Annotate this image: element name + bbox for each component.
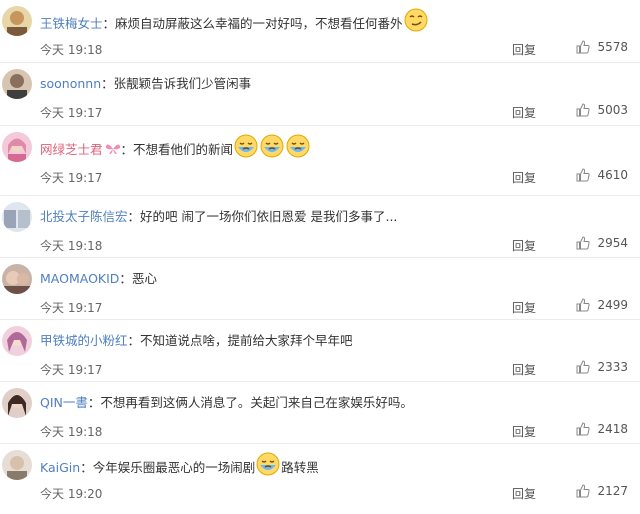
comment-item: soononnn：张靓颖告诉我们少管闲事 今天 19:17 回复 5003 bbox=[0, 63, 640, 126]
comment-line: 甲铁城的小粉红：不知道说点啥，提前给大家拜个早年吧 bbox=[40, 328, 630, 354]
crying-emoji bbox=[260, 134, 284, 160]
comment-text: 好的吧 闹了一场你们依旧恩爱 是我们多事了... bbox=[140, 209, 398, 224]
like-button[interactable]: 5003 bbox=[576, 103, 628, 117]
comment-text: 恶心 bbox=[131, 271, 157, 286]
like-count: 2418 bbox=[597, 422, 628, 436]
colon-separator: ： bbox=[87, 395, 101, 410]
comment-text: 不想再看到这俩人消息了。关起门来自己在家娱乐好吗。 bbox=[100, 395, 413, 410]
comment-line: KaiGin：今年娱乐圈最恶心的一场闹剧 路转黑 bbox=[40, 452, 630, 478]
avatar[interactable] bbox=[2, 69, 32, 99]
reply-button[interactable]: 回复 bbox=[512, 237, 536, 254]
comment-timestamp: 今天 19:17 bbox=[40, 106, 103, 120]
like-count: 4610 bbox=[597, 168, 628, 182]
comment-line: 网绿芝士君 ：不想看他们的新闻 bbox=[40, 134, 630, 160]
colon-separator: ： bbox=[101, 76, 114, 91]
comment-item: 王铁梅女士：麻烦自动屏蔽这么幸福的一对好吗，不想看任何番外 今天 19:18 回… bbox=[0, 0, 640, 63]
comment-timestamp: 今天 19:17 bbox=[40, 171, 103, 185]
like-button[interactable]: 5578 bbox=[576, 40, 628, 54]
like-count: 2127 bbox=[597, 484, 628, 498]
like-count: 5578 bbox=[597, 40, 628, 54]
avatar[interactable] bbox=[2, 202, 32, 232]
reply-button[interactable]: 回复 bbox=[512, 485, 536, 502]
thumbs-up-icon bbox=[576, 103, 591, 117]
username-link[interactable]: QIN一書 bbox=[40, 395, 88, 410]
comment-text: 不想看他们的新闻 bbox=[133, 142, 234, 157]
comment-item: KaiGin：今年娱乐圈最恶心的一场闹剧 路转黑 今天 19:20 回复 2127 bbox=[0, 444, 640, 508]
comment-line: 王铁梅女士：麻烦自动屏蔽这么幸福的一对好吗，不想看任何番外 bbox=[40, 8, 630, 34]
like-button[interactable]: 2127 bbox=[576, 484, 628, 498]
username-link[interactable]: MAOMAOKID bbox=[40, 271, 119, 286]
comment-item: 北投太子陈信宏：好的吧 闹了一场你们依旧恩爱 是我们多事了... 今天 19:1… bbox=[0, 196, 640, 258]
avatar[interactable] bbox=[2, 6, 32, 36]
like-button[interactable]: 4610 bbox=[576, 168, 628, 182]
like-count: 2499 bbox=[597, 298, 628, 312]
colon-separator: ： bbox=[119, 271, 132, 286]
reply-button[interactable]: 回复 bbox=[512, 299, 536, 316]
comment-line: MAOMAOKID：恶心 bbox=[40, 266, 630, 292]
avatar[interactable] bbox=[2, 264, 32, 294]
like-button[interactable]: 2499 bbox=[576, 298, 628, 312]
crying-emoji bbox=[234, 134, 258, 160]
like-button[interactable]: 2333 bbox=[576, 360, 628, 374]
comment-item: 网绿芝士君 ：不想看他们的新闻 今天 19:17 回复 4610 bbox=[0, 126, 640, 196]
colon-separator: ： bbox=[127, 333, 141, 348]
thumbs-up-icon bbox=[576, 40, 591, 54]
thumbs-up-icon bbox=[576, 298, 591, 312]
comment-text: 今年娱乐圈最恶心的一场闹剧 bbox=[92, 460, 256, 475]
comment-line: soononnn：张靓颖告诉我们少管闲事 bbox=[40, 71, 630, 97]
comment-timestamp: 今天 19:17 bbox=[40, 363, 103, 377]
username-link[interactable]: 甲铁城的小粉红 bbox=[40, 333, 128, 348]
colon-separator: ： bbox=[127, 209, 141, 224]
avatar[interactable] bbox=[2, 132, 32, 162]
reply-button[interactable]: 回复 bbox=[512, 104, 536, 121]
comment-timestamp: 今天 19:18 bbox=[40, 425, 103, 439]
comment-item: 甲铁城的小粉红：不知道说点啥，提前给大家拜个早年吧 今天 19:17 回复 23… bbox=[0, 320, 640, 382]
comment-item: QIN一書：不想再看到这俩人消息了。关起门来自己在家娱乐好吗。 今天 19:18… bbox=[0, 382, 640, 444]
crying-emoji bbox=[286, 134, 310, 160]
comment-feed: 王铁梅女士：麻烦自动屏蔽这么幸福的一对好吗，不想看任何番外 今天 19:18 回… bbox=[0, 0, 640, 514]
username-link[interactable]: soononnn bbox=[40, 76, 101, 91]
avatar[interactable] bbox=[2, 388, 32, 418]
username-link[interactable]: 北投太子陈信宏 bbox=[40, 209, 128, 224]
reply-button[interactable]: 回复 bbox=[512, 361, 536, 378]
comment-text: 麻烦自动屏蔽这么幸福的一对好吗，不想看任何番外 bbox=[115, 16, 403, 31]
colon-separator: ： bbox=[80, 460, 93, 475]
avatar[interactable] bbox=[2, 326, 32, 356]
reply-button[interactable]: 回复 bbox=[512, 423, 536, 440]
comment-text: 不知道说点啥，提前给大家拜个早年吧 bbox=[140, 333, 353, 348]
reply-button[interactable]: 回复 bbox=[512, 169, 536, 186]
avatar[interactable] bbox=[2, 450, 32, 480]
comment-timestamp: 今天 19:18 bbox=[40, 43, 103, 57]
comment-timestamp: 今天 19:17 bbox=[40, 301, 103, 315]
comment-item: MAOMAOKID：恶心 今天 19:17 回复 2499 bbox=[0, 258, 640, 320]
smirk-emoji bbox=[404, 8, 428, 34]
username-link[interactable]: KaiGin bbox=[40, 460, 80, 475]
like-count: 5003 bbox=[597, 103, 628, 117]
colon-separator: ： bbox=[120, 142, 134, 157]
comment-line: 北投太子陈信宏：好的吧 闹了一场你们依旧恩爱 是我们多事了... bbox=[40, 204, 630, 230]
colon-separator: ： bbox=[102, 16, 116, 31]
like-button[interactable]: 2954 bbox=[576, 236, 628, 250]
reply-button[interactable]: 回复 bbox=[512, 41, 536, 58]
like-button[interactable]: 2418 bbox=[576, 422, 628, 436]
comment-text-suffix: 路转黑 bbox=[281, 460, 319, 475]
thumbs-up-icon bbox=[576, 168, 591, 182]
like-count: 2954 bbox=[597, 236, 628, 250]
comment-timestamp: 今天 19:18 bbox=[40, 239, 103, 253]
butterfly-badge-icon bbox=[105, 138, 121, 161]
comment-text: 张靓颖告诉我们少管闲事 bbox=[113, 76, 252, 91]
thumbs-up-icon bbox=[576, 484, 591, 498]
thumbs-up-icon bbox=[576, 236, 591, 250]
comment-timestamp: 今天 19:20 bbox=[40, 487, 103, 501]
crying-emoji bbox=[256, 452, 280, 478]
thumbs-up-icon bbox=[576, 422, 591, 436]
username-link[interactable]: 网绿芝士君 bbox=[40, 142, 103, 157]
username-link[interactable]: 王铁梅女士 bbox=[40, 16, 103, 31]
thumbs-up-icon bbox=[576, 360, 591, 374]
like-count: 2333 bbox=[597, 360, 628, 374]
comment-line: QIN一書：不想再看到这俩人消息了。关起门来自己在家娱乐好吗。 bbox=[40, 390, 630, 416]
